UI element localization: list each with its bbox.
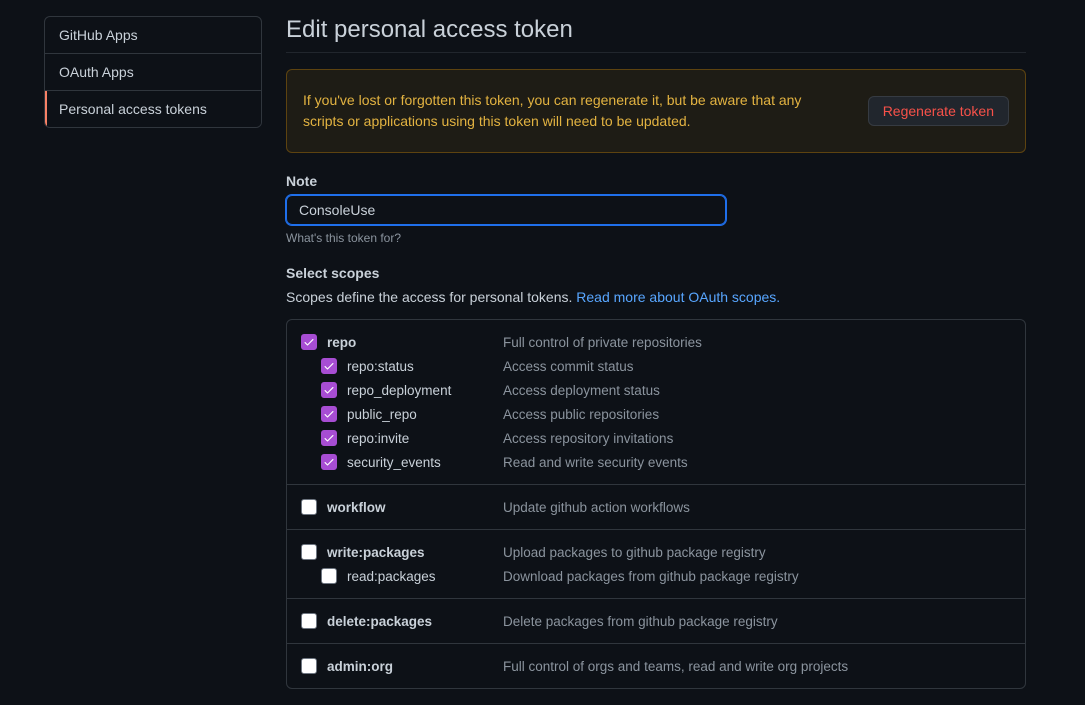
scope-name: read:packages	[347, 569, 503, 584]
sidebar: GitHub Apps OAuth Apps Personal access t…	[44, 16, 262, 689]
scope-checkbox-security-events[interactable]	[321, 454, 337, 470]
scope-name: workflow	[327, 500, 503, 515]
scopes-label: Select scopes	[286, 265, 1026, 281]
scope-desc: Read and write security events	[503, 455, 688, 470]
scope-row-write-packages: write:packagesUpload packages to github …	[301, 540, 1011, 564]
scope-group-workflow: workflowUpdate github action workflows	[287, 485, 1025, 530]
scope-desc: Full control of private repositories	[503, 335, 702, 350]
scope-row-delete-packages: delete:packagesDelete packages from gith…	[301, 609, 1011, 633]
scope-checkbox-repo-deployment[interactable]	[321, 382, 337, 398]
flash-warning: If you've lost or forgotten this token, …	[286, 69, 1026, 153]
scope-row-public-repo: public_repoAccess public repositories	[301, 402, 1011, 426]
scope-desc: Access commit status	[503, 359, 634, 374]
page-title: Edit personal access token	[286, 16, 1026, 53]
scope-group-write-packages: write:packagesUpload packages to github …	[287, 530, 1025, 599]
oauth-scopes-link[interactable]: Read more about OAuth scopes.	[576, 289, 780, 305]
scope-desc: Access repository invitations	[503, 431, 673, 446]
scope-desc: Update github action workflows	[503, 500, 690, 515]
scope-desc: Access public repositories	[503, 407, 659, 422]
scope-name: public_repo	[347, 407, 503, 422]
scope-row-admin-org: admin:orgFull control of orgs and teams,…	[301, 654, 1011, 678]
scope-group-repo: repoFull control of private repositories…	[287, 320, 1025, 485]
scope-row-security-events: security_eventsRead and write security e…	[301, 450, 1011, 474]
scope-name: repo_deployment	[347, 383, 503, 398]
flash-text: If you've lost or forgotten this token, …	[303, 90, 803, 132]
scope-checkbox-write-packages[interactable]	[301, 544, 317, 560]
note-hint: What's this token for?	[286, 231, 1026, 245]
scope-row-repo: repoFull control of private repositories	[301, 330, 1011, 354]
sidebar-nav: GitHub Apps OAuth Apps Personal access t…	[44, 16, 262, 128]
scope-name: repo:invite	[347, 431, 503, 446]
main-content: Edit personal access token If you've los…	[286, 16, 1026, 689]
scope-name: delete:packages	[327, 614, 503, 629]
scopes-desc-text: Scopes define the access for personal to…	[286, 289, 576, 305]
scope-desc: Download packages from github package re…	[503, 569, 799, 584]
scope-group-admin-org: admin:orgFull control of orgs and teams,…	[287, 644, 1025, 688]
scope-checkbox-workflow[interactable]	[301, 499, 317, 515]
scope-name: repo:status	[347, 359, 503, 374]
sidebar-item-oauth-apps[interactable]: OAuth Apps	[45, 54, 261, 91]
scope-checkbox-repo[interactable]	[301, 334, 317, 350]
scopes-description: Scopes define the access for personal to…	[286, 289, 1026, 305]
scope-row-repo-invite: repo:inviteAccess repository invitations	[301, 426, 1011, 450]
scope-checkbox-repo-status[interactable]	[321, 358, 337, 374]
scope-desc: Upload packages to github package regist…	[503, 545, 766, 560]
scope-group-delete-packages: delete:packagesDelete packages from gith…	[287, 599, 1025, 644]
scope-name: repo	[327, 335, 503, 350]
scope-desc: Access deployment status	[503, 383, 660, 398]
scope-checkbox-read-packages[interactable]	[321, 568, 337, 584]
scope-name: admin:org	[327, 659, 503, 674]
scope-checkbox-public-repo[interactable]	[321, 406, 337, 422]
scope-desc: Full control of orgs and teams, read and…	[503, 659, 848, 674]
note-label: Note	[286, 173, 1026, 189]
scopes-box: repoFull control of private repositories…	[286, 319, 1026, 689]
note-input[interactable]	[286, 195, 726, 225]
scope-row-repo-status: repo:statusAccess commit status	[301, 354, 1011, 378]
scope-row-read-packages: read:packagesDownload packages from gith…	[301, 564, 1011, 588]
sidebar-item-personal-access-tokens[interactable]: Personal access tokens	[45, 91, 261, 127]
scope-row-workflow: workflowUpdate github action workflows	[301, 495, 1011, 519]
scope-name: security_events	[347, 455, 503, 470]
sidebar-item-github-apps[interactable]: GitHub Apps	[45, 17, 261, 54]
scope-checkbox-admin-org[interactable]	[301, 658, 317, 674]
scope-row-repo-deployment: repo_deploymentAccess deployment status	[301, 378, 1011, 402]
scope-checkbox-repo-invite[interactable]	[321, 430, 337, 446]
scope-desc: Delete packages from github package regi…	[503, 614, 778, 629]
scope-checkbox-delete-packages[interactable]	[301, 613, 317, 629]
regenerate-token-button[interactable]: Regenerate token	[868, 96, 1009, 126]
scope-name: write:packages	[327, 545, 503, 560]
